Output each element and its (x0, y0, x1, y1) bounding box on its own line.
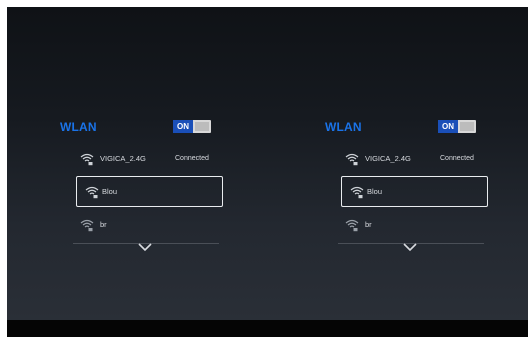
network-status: Connected (440, 155, 474, 162)
wifi-lock-icon (80, 219, 94, 232)
bottom-bar (7, 320, 528, 337)
wlan-header: WLAN ON (60, 115, 220, 137)
toggle-knob (460, 122, 474, 131)
network-ssid: br (365, 220, 372, 229)
network-item-br[interactable]: br (70, 212, 224, 238)
network-item-blou[interactable]: Blou (341, 176, 488, 207)
wlan-header: WLAN ON (325, 115, 485, 137)
network-ssid: br (100, 220, 107, 229)
wlan-panel-left: WLAN ON VIGICA_2.4G Connected Blou br (60, 115, 223, 255)
network-item-br[interactable]: br (335, 212, 489, 238)
wlan-toggle[interactable]: ON (438, 120, 476, 133)
toggle-on-label: ON (173, 120, 193, 133)
chevron-down-icon[interactable] (403, 243, 417, 252)
wifi-lock-icon (80, 153, 94, 166)
network-item-blou[interactable]: Blou (76, 176, 223, 207)
wlan-title: WLAN (325, 120, 362, 134)
network-item-vigica[interactable]: VIGICA_2.4G Connected (70, 146, 224, 172)
network-ssid: VIGICA_2.4G (100, 154, 146, 163)
wifi-lock-icon (350, 186, 364, 199)
vr-screen: WLAN ON VIGICA_2.4G Connected Blou br WL… (7, 7, 528, 320)
wlan-title: WLAN (60, 120, 97, 134)
wifi-lock-icon (85, 186, 99, 199)
wlan-panel-right: WLAN ON VIGICA_2.4G Connected Blou br (325, 115, 488, 255)
wifi-lock-icon (345, 153, 359, 166)
wifi-lock-icon (345, 219, 359, 232)
toggle-knob (195, 122, 209, 131)
network-status: Connected (175, 155, 209, 162)
wlan-toggle[interactable]: ON (173, 120, 211, 133)
network-item-vigica[interactable]: VIGICA_2.4G Connected (335, 146, 489, 172)
network-ssid: Blou (102, 187, 118, 196)
chevron-down-icon[interactable] (138, 243, 152, 252)
network-ssid: Blou (367, 187, 383, 196)
network-ssid: VIGICA_2.4G (365, 154, 411, 163)
toggle-on-label: ON (438, 120, 458, 133)
